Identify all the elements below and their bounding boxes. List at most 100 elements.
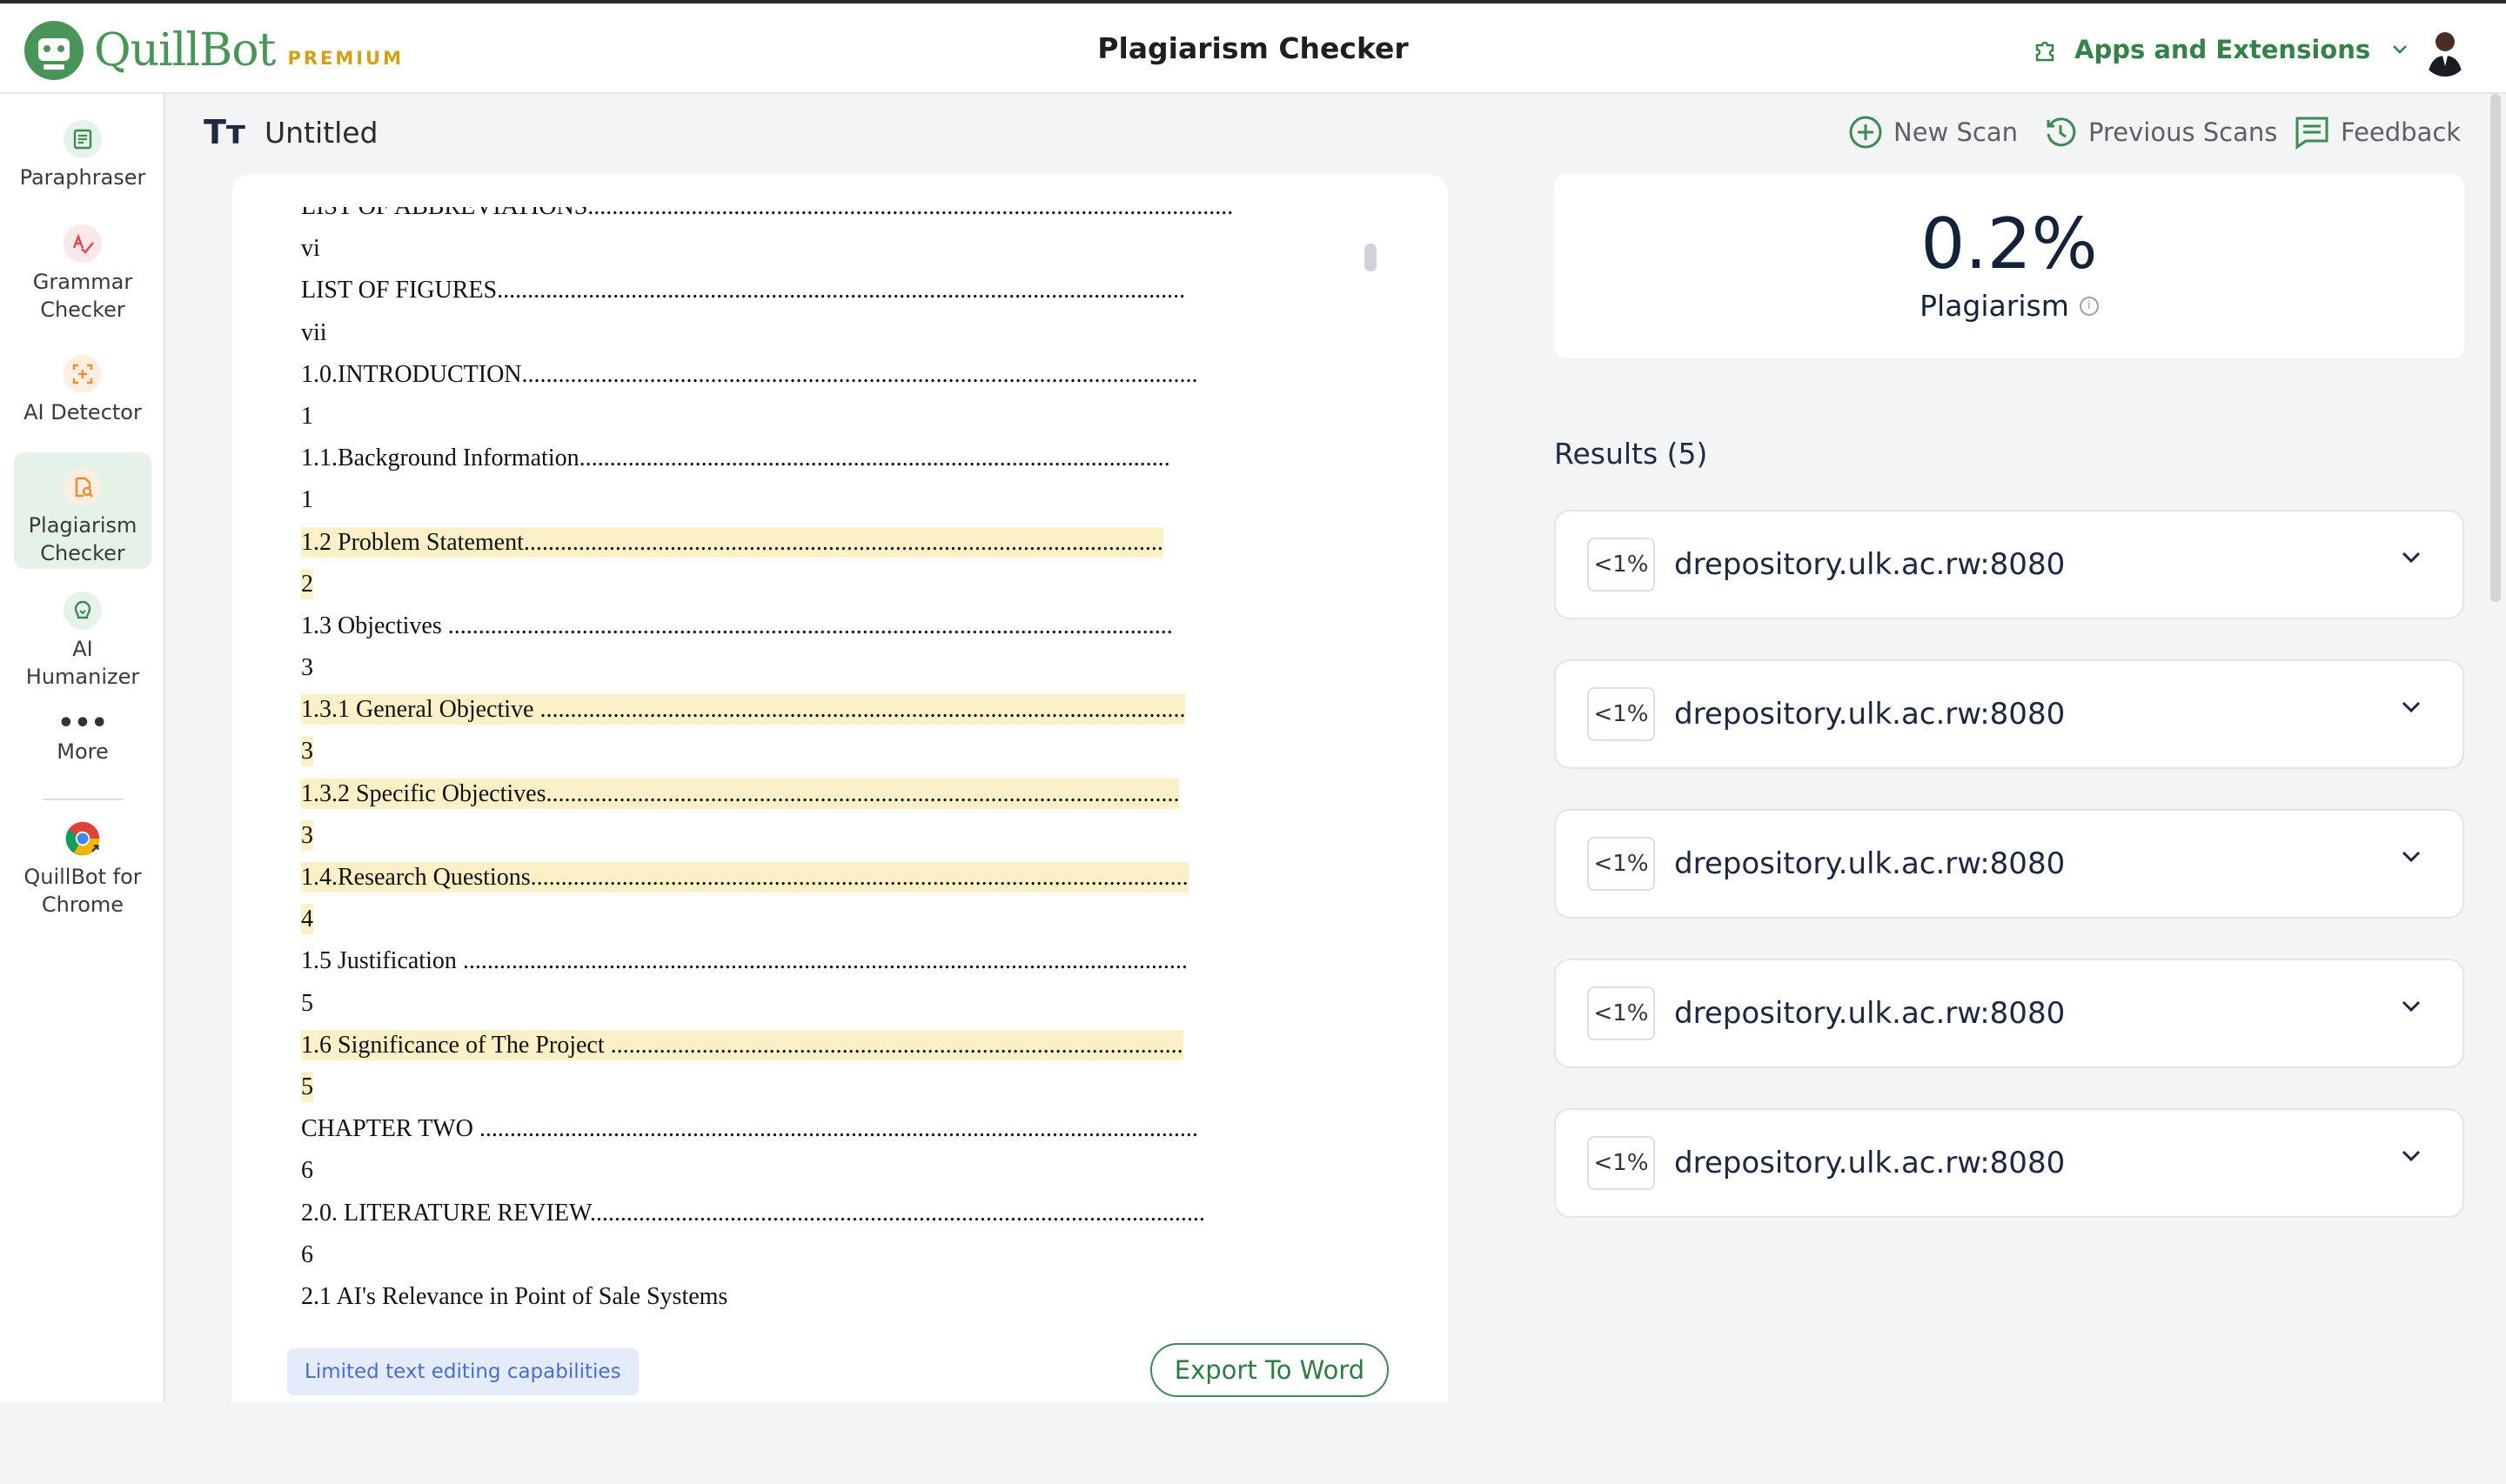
result-card[interactable]: <1% drepository.ulk.ac.rw:8080 (1554, 959, 2464, 1068)
document-line[interactable]: 1.5 Justification ......................… (301, 940, 1233, 982)
document-line[interactable]: 3 (301, 815, 1233, 857)
document-viewport[interactable]: LIST OF ABBREVIATIONS...................… (231, 207, 1448, 1484)
result-source[interactable]: drepository.ulk.ac.rw:8080 (1674, 547, 2065, 582)
document-line[interactable]: 1 (301, 396, 1233, 438)
document-line[interactable]: LIST OF FIGURES.........................… (301, 270, 1233, 311)
highlighted-match-text: 1.4.Research Questions..................… (301, 862, 1189, 892)
sidebar-divider (44, 799, 124, 800)
export-to-word-button[interactable]: Export To Word (1150, 1343, 1389, 1397)
highlighted-match-text: 3 (301, 736, 313, 767)
result-source[interactable]: drepository.ulk.ac.rw:8080 (1674, 1146, 2065, 1180)
plagiarism-label-text: Plagiarism (1920, 289, 2069, 323)
document-line[interactable]: 2.1 AI's Relevance in Point of Sale Syst… (301, 1276, 1233, 1318)
document-line[interactable]: 1.3.2 Specific Objectives...............… (301, 773, 1233, 815)
document-line[interactable]: 6 (301, 1150, 1233, 1192)
info-icon[interactable]: i (2079, 296, 2099, 316)
document-line[interactable]: 5 (301, 983, 1233, 1025)
apps-and-extensions-label: Apps and Extensions (2074, 35, 2371, 64)
top-bar: QuillBot PREMIUM Plagiarism Checker Apps… (0, 0, 2506, 94)
document-line[interactable]: 1 (301, 479, 1233, 521)
document-line[interactable]: 1.4.Research Questions..................… (301, 857, 1233, 899)
highlighted-match-text: 1.2 Problem Statement...................… (301, 526, 1163, 558)
document-line[interactable]: 5 (301, 1066, 1233, 1108)
document-line[interactable]: vi (301, 228, 1233, 270)
chrome-icon (64, 819, 102, 858)
sidebar-item-plagiarism-checker[interactable]: Plagiarism Checker (14, 452, 151, 569)
paraphraser-icon (64, 120, 102, 158)
document-line[interactable]: 1.3 Objectives .........................… (301, 605, 1233, 647)
line-text: 5 (301, 989, 313, 1017)
feedback-button[interactable]: Feedback (2294, 115, 2461, 150)
highlighted-match-text: 1.3.1 General Objective ................… (301, 694, 1186, 725)
result-card[interactable]: <1% drepository.ulk.ac.rw:8080 (1554, 1108, 2464, 1218)
chevron-down-icon (2393, 45, 2408, 54)
sidebar-item-more[interactable]: ••• More (14, 708, 151, 765)
document-line[interactable]: LIST OF ABBREVIATIONS...................… (301, 207, 1233, 228)
page-scrollbar-thumb[interactable] (2490, 94, 2501, 602)
document-text[interactable]: LIST OF ABBREVIATIONS...................… (301, 207, 1233, 1318)
result-source[interactable]: drepository.ulk.ac.rw:8080 (1674, 846, 2065, 881)
sidebar-item-label: QuillBot for Chrome (23, 865, 142, 917)
previous-scans-label: Previous Scans (2088, 117, 2278, 147)
document-line[interactable]: CHAPTER TWO ............................… (301, 1108, 1233, 1150)
line-text: 3 (301, 654, 313, 682)
sidebar-item-ai-detector[interactable]: AI Detector (14, 355, 151, 426)
highlighted-match-text: 1.3.2 Specific Objectives...............… (301, 778, 1180, 809)
result-source[interactable]: drepository.ulk.ac.rw:8080 (1674, 996, 2065, 1031)
user-avatar[interactable] (2421, 24, 2469, 77)
chevron-down-icon[interactable] (2400, 1148, 2422, 1164)
chevron-down-icon[interactable] (2400, 699, 2422, 715)
feedback-label: Feedback (2341, 117, 2462, 147)
line-text: 1 (301, 486, 313, 514)
page-scrollbar[interactable] (2483, 94, 2506, 1402)
editor-scrollbar[interactable] (1364, 244, 1377, 271)
sidebar-item-quillbot-for-chrome[interactable]: QuillBot for Chrome (14, 819, 151, 919)
chevron-down-icon[interactable] (2400, 550, 2422, 565)
apps-and-extensions-button[interactable]: Apps and Extensions (2033, 35, 2424, 64)
sidebar-item-label: AI Detector (23, 400, 142, 424)
line-text: 1.3 Objectives .........................… (301, 612, 1173, 639)
match-percentage-badge: <1% (1587, 1136, 1655, 1190)
history-icon (2047, 117, 2076, 147)
line-text: vi (301, 235, 320, 263)
result-card[interactable]: <1% drepository.ulk.ac.rw:8080 (1554, 809, 2464, 919)
document-line[interactable]: 1.2 Problem Statement...................… (301, 522, 1233, 564)
document-line[interactable]: 1.3.1 General Objective ................… (301, 689, 1233, 731)
match-percentage-badge: <1% (1587, 687, 1655, 741)
line-text: 2.0. LITERATURE REVIEW..................… (301, 1199, 1205, 1227)
new-scan-button[interactable]: New Scan (1848, 115, 2018, 150)
document-line[interactable]: 3 (301, 647, 1233, 689)
document-line[interactable]: 6 (301, 1234, 1233, 1276)
result-card[interactable]: <1% drepository.ulk.ac.rw:8080 (1554, 510, 2464, 619)
document-line[interactable]: 2.0. LITERATURE REVIEW..................… (301, 1193, 1233, 1234)
highlighted-match-text: 2 (301, 568, 313, 599)
text-style-icon[interactable]: Tт (204, 113, 245, 151)
highlighted-match-text: 1.6 Significance of The Project ........… (301, 1029, 1183, 1060)
document-editor[interactable]: LIST OF ABBREVIATIONS...................… (231, 174, 1448, 1402)
document-line[interactable]: 4 (301, 899, 1233, 940)
sidebar-item-ai-humanizer[interactable]: AI Humanizer (14, 592, 151, 691)
line-text: 1.5 Justification ......................… (301, 947, 1188, 975)
highlighted-match-text: 4 (301, 904, 313, 935)
chevron-down-icon[interactable] (2400, 849, 2422, 865)
limited-editing-note: Limited text editing capabilities (287, 1348, 639, 1395)
document-line[interactable]: vii (301, 312, 1233, 354)
match-percentage-badge: <1% (1587, 837, 1655, 891)
document-line[interactable]: 3 (301, 731, 1233, 772)
document-line[interactable]: 1.6 Significance of The Project ........… (301, 1025, 1233, 1066)
new-scan-label: New Scan (1893, 117, 2018, 147)
highlighted-match-text: 5 (301, 1071, 313, 1102)
feedback-icon (2295, 117, 2328, 150)
line-text: 6 (301, 1240, 313, 1268)
document-line[interactable]: 2 (301, 564, 1233, 605)
chevron-down-icon[interactable] (2400, 999, 2422, 1014)
sidebar-item-grammar-checker[interactable]: Grammar Checker (14, 224, 151, 324)
document-title[interactable]: Untitled (265, 116, 379, 150)
sidebar-item-paraphraser[interactable]: Paraphraser (14, 120, 151, 191)
result-source[interactable]: drepository.ulk.ac.rw:8080 (1674, 697, 2065, 732)
document-line[interactable]: 1.1.Background Information..............… (301, 438, 1233, 479)
document-line[interactable]: 1.0.INTRODUCTION........................… (301, 354, 1233, 396)
result-card[interactable]: <1% drepository.ulk.ac.rw:8080 (1554, 659, 2464, 769)
previous-scans-button[interactable]: Previous Scans (2043, 115, 2277, 150)
more-dots-icon: ••• (57, 708, 108, 739)
